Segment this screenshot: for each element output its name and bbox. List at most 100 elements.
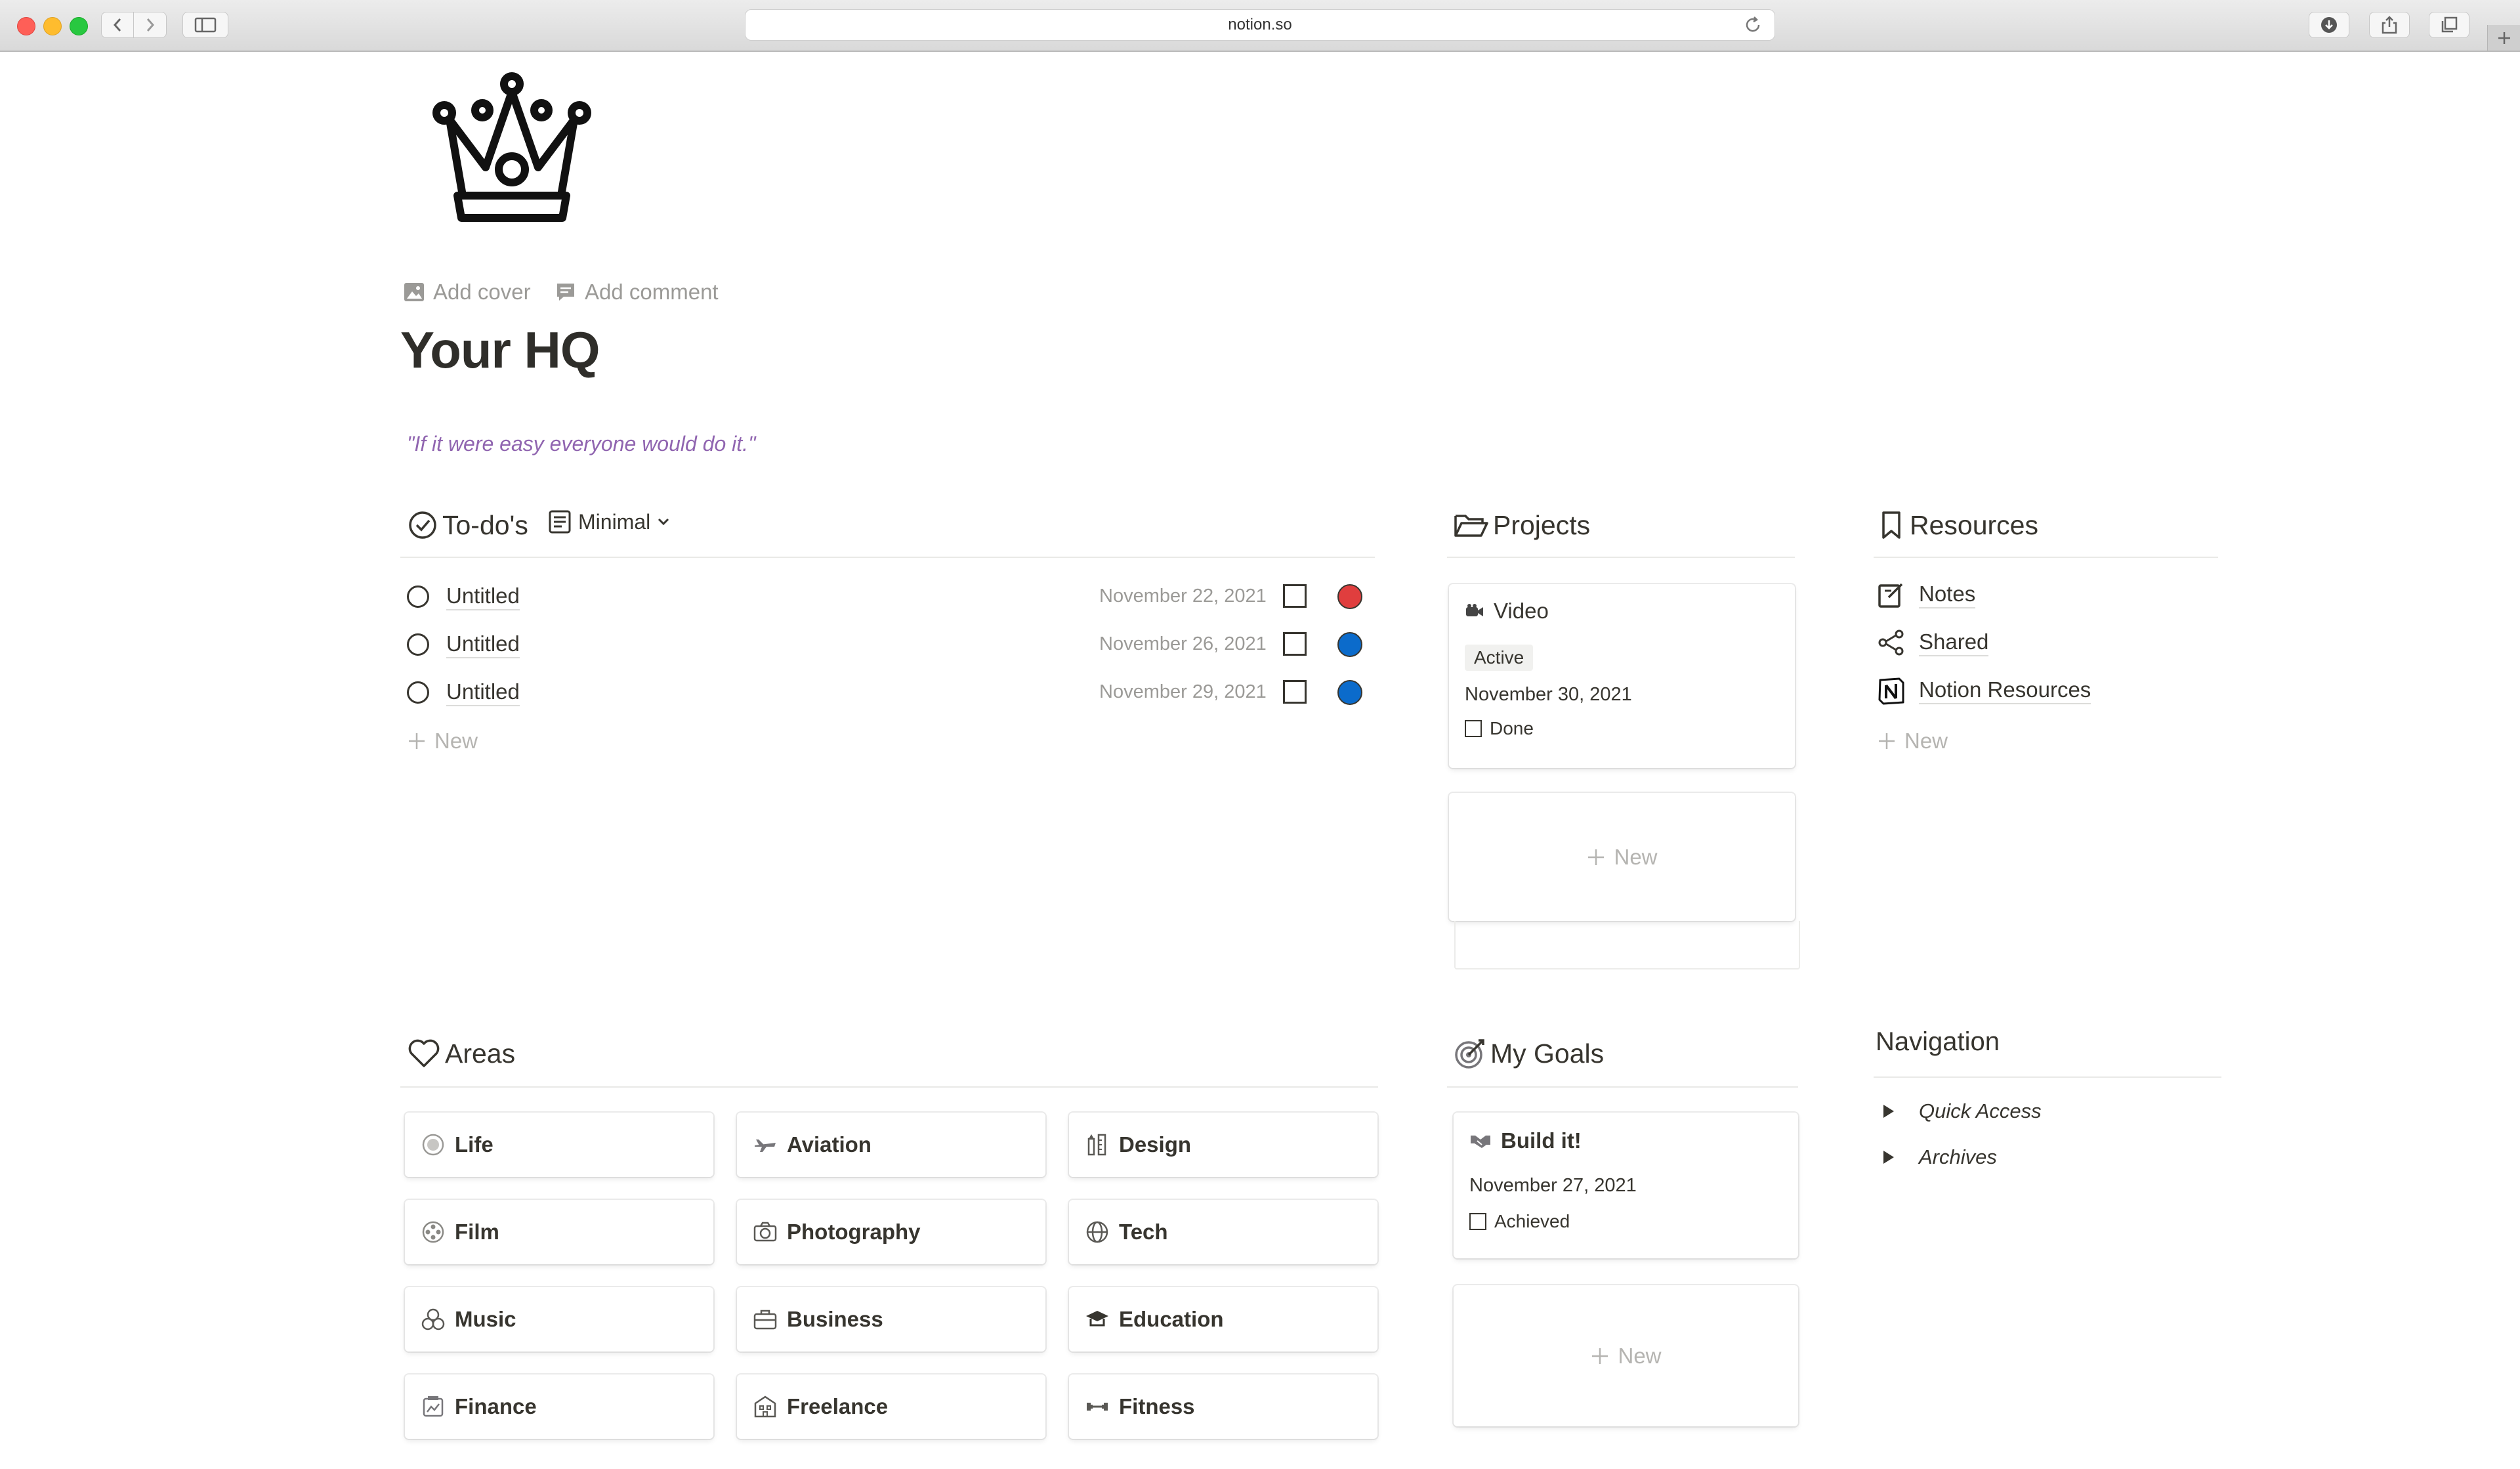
area-card-life[interactable]: Life — [405, 1113, 713, 1177]
resources-heading[interactable]: Resources — [1877, 505, 2038, 545]
todo-status-icon[interactable] — [407, 585, 429, 608]
area-card-design[interactable]: Design — [1069, 1113, 1377, 1177]
new-tab-button[interactable] — [2487, 25, 2520, 51]
achieved-checkbox[interactable]: Achieved — [1469, 1211, 1570, 1232]
view-switcher[interactable]: Minimal — [548, 509, 670, 534]
projects-heading[interactable]: Projects — [1454, 505, 1590, 545]
todo-checkbox[interactable] — [1283, 680, 1307, 704]
area-card-finance[interactable]: Finance — [405, 1374, 713, 1439]
todo-row[interactable]: Untitled November 29, 2021 — [407, 673, 1375, 713]
resource-link[interactable]: Shared — [1877, 628, 1989, 657]
add-cover-button[interactable]: Add cover — [403, 277, 531, 307]
toggle-archives[interactable]: Archives — [1883, 1145, 1997, 1169]
todo-row[interactable]: Untitled November 22, 2021 — [407, 578, 1375, 617]
notion-logo-icon — [1878, 677, 1904, 705]
priority-dot — [1337, 680, 1362, 705]
goal-card[interactable]: Build it! November 27, 2021 Achieved — [1454, 1113, 1798, 1258]
todo-row[interactable]: Untitled November 26, 2021 — [407, 626, 1375, 665]
done-checkbox[interactable]: Done — [1465, 718, 1534, 739]
forward-button[interactable] — [134, 12, 167, 38]
area-label: Design — [1119, 1132, 1192, 1157]
close-window-button[interactable] — [17, 17, 35, 35]
download-icon — [2321, 17, 2337, 33]
sidebar-toggle-button[interactable] — [182, 12, 228, 38]
share-button[interactable] — [2369, 12, 2410, 38]
priority-dot — [1337, 632, 1362, 657]
briefcase-icon — [753, 1309, 777, 1330]
new-resource-button[interactable]: New — [1877, 729, 1948, 754]
add-comment-label: Add comment — [585, 280, 719, 304]
area-label: Life — [455, 1132, 494, 1157]
project-card[interactable]: Video Active November 30, 2021 Done — [1449, 584, 1795, 768]
circle-icon — [422, 1134, 444, 1156]
todo-checkbox[interactable] — [1283, 632, 1307, 656]
new-project-label: New — [1614, 844, 1658, 869]
add-cover-label: Add cover — [433, 280, 531, 304]
area-card-freelance[interactable]: Freelance — [737, 1374, 1045, 1439]
navigation-heading: Navigation — [1876, 1027, 2000, 1056]
todo-status-icon[interactable] — [407, 633, 429, 656]
back-button[interactable] — [101, 12, 134, 38]
page-title[interactable]: Your HQ — [400, 320, 600, 380]
check-circle-icon — [409, 511, 436, 539]
todo-title[interactable]: Untitled — [446, 631, 520, 658]
toggle-quick-access[interactable]: Quick Access — [1883, 1099, 2042, 1123]
area-card-film[interactable]: Film — [405, 1200, 713, 1264]
downloads-button[interactable] — [2309, 12, 2349, 38]
toggle-arrow-icon[interactable] — [1883, 1151, 1894, 1164]
globe-icon — [1086, 1221, 1108, 1243]
todo-status-icon[interactable] — [407, 681, 429, 704]
area-card-fitness[interactable]: Fitness — [1069, 1374, 1377, 1439]
resource-label: Notes — [1919, 581, 1976, 608]
address-bar[interactable]: notion.so — [745, 9, 1775, 41]
heart-icon — [408, 1039, 440, 1067]
share-icon — [2382, 16, 2397, 34]
new-goal-label: New — [1618, 1343, 1662, 1368]
new-project-button[interactable]: New — [1449, 793, 1795, 921]
resource-link[interactable]: Notes — [1877, 580, 1976, 609]
area-card-tech[interactable]: Tech — [1069, 1200, 1377, 1264]
minimize-window-button[interactable] — [43, 17, 62, 35]
area-card-photography[interactable]: Photography — [737, 1200, 1045, 1264]
area-card-business[interactable]: Business — [737, 1287, 1045, 1352]
area-card-music[interactable]: Music — [405, 1287, 713, 1352]
goal-card-title: Build it! — [1469, 1128, 1582, 1153]
new-goal-button[interactable]: New — [1454, 1285, 1798, 1426]
area-card-aviation[interactable]: Aviation — [737, 1113, 1045, 1177]
areas-heading-text: Areas — [445, 1038, 516, 1069]
design-tools-icon — [1087, 1134, 1106, 1156]
divider — [1874, 557, 2218, 558]
areas-heading[interactable]: Areas — [407, 1034, 515, 1073]
resource-link[interactable]: Notion Resources — [1877, 676, 2091, 705]
checkbox-icon[interactable] — [1469, 1213, 1486, 1230]
todo-title[interactable]: Untitled — [446, 583, 520, 610]
browser-toolbar: notion.so — [0, 0, 2520, 52]
goal-title-text: Build it! — [1501, 1128, 1582, 1153]
image-icon — [404, 283, 424, 301]
area-label: Fitness — [1119, 1394, 1195, 1418]
plus-icon — [1592, 1348, 1608, 1364]
projects-heading-text: Projects — [1493, 509, 1591, 540]
todos-heading[interactable]: To-do's — [407, 505, 528, 545]
film-reel-icon — [422, 1221, 444, 1243]
goal-date: November 27, 2021 — [1469, 1175, 1637, 1196]
area-label: Finance — [455, 1394, 537, 1418]
area-card-education[interactable]: Education — [1069, 1287, 1377, 1352]
new-todo-button[interactable]: New — [407, 729, 478, 754]
goals-heading[interactable]: My Goals — [1454, 1034, 1604, 1073]
video-camera-icon — [1466, 604, 1483, 616]
dumbbell-icon — [1087, 1403, 1108, 1411]
url-text: notion.so — [1228, 16, 1292, 33]
reload-icon[interactable] — [1743, 15, 1763, 35]
todo-title[interactable]: Untitled — [446, 679, 520, 706]
plus-icon — [2498, 32, 2510, 44]
page-icon[interactable] — [423, 72, 600, 230]
show-tabs-button[interactable] — [2429, 12, 2469, 38]
add-comment-button[interactable]: Add comment — [555, 277, 719, 307]
zoom-window-button[interactable] — [70, 17, 88, 35]
todo-checkbox[interactable] — [1283, 584, 1307, 608]
list-view-icon — [549, 510, 571, 534]
building-icon — [754, 1395, 776, 1418]
checkbox-icon[interactable] — [1465, 720, 1482, 737]
toggle-arrow-icon[interactable] — [1883, 1105, 1894, 1118]
